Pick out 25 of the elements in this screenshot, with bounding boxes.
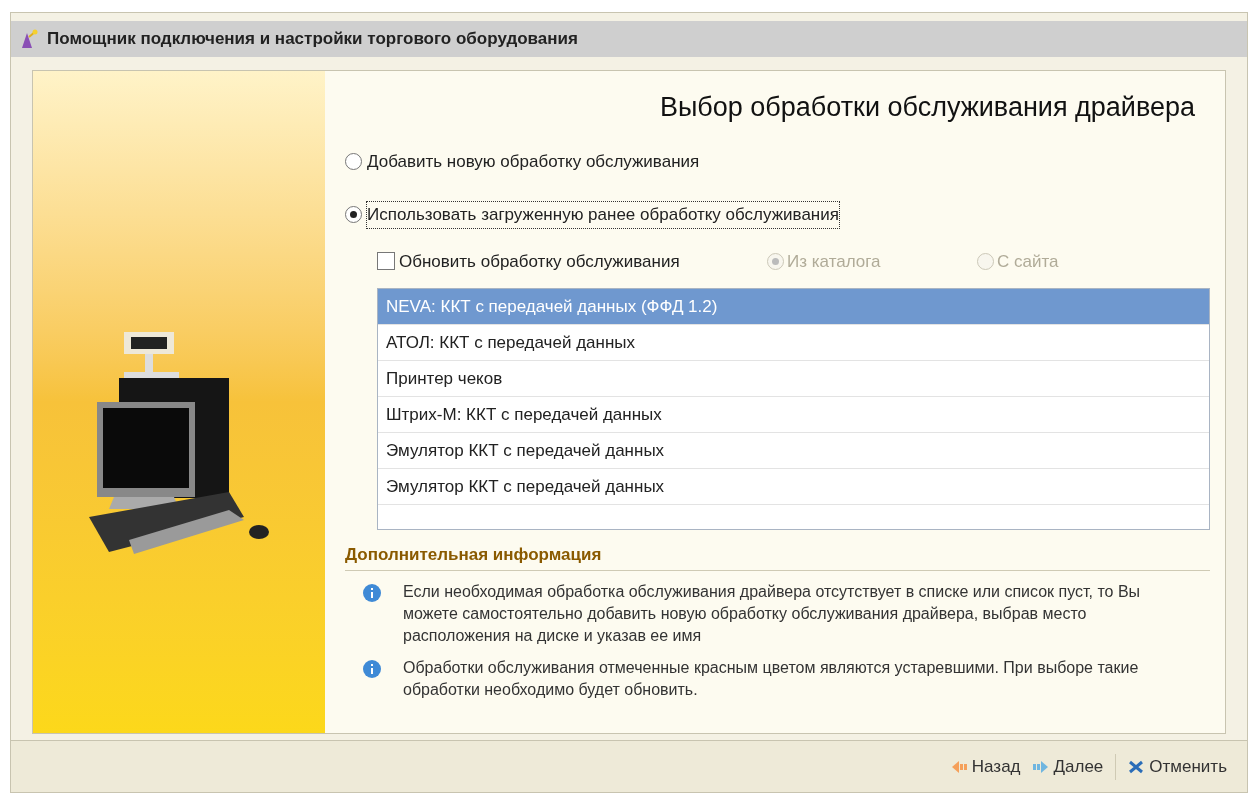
page-heading: Выбор обработки обслуживания драйвера: [659, 91, 1195, 124]
list-row[interactable]: Штрих-М: ККТ с передачей данных: [378, 397, 1209, 433]
radio-button[interactable]: [345, 206, 362, 224]
back-button[interactable]: Назад: [950, 753, 1021, 780]
cancel-button[interactable]: Отменить: [1128, 753, 1227, 780]
option-label[interactable]: Использовать загруженную ранее обработку обслуживания: [366, 201, 840, 229]
window-title: Помощник подключения и настройки торгового оборудования: [47, 28, 578, 51]
back-arrow-icon: [950, 759, 967, 774]
next-arrow-icon: [1032, 759, 1049, 774]
info-heading: Дополнительная информация: [345, 542, 1210, 571]
list-row[interactable]: Эмулятор ККТ с передачей данных: [378, 433, 1209, 469]
checkbox[interactable]: [377, 252, 395, 271]
wizard-icon: [19, 29, 39, 49]
close-icon: [1128, 759, 1145, 774]
next-button[interactable]: Далее: [1032, 753, 1104, 780]
info-icon: [363, 583, 381, 602]
option-label[interactable]: Добавить новую обработку обслуживания: [366, 147, 701, 175]
list-row[interactable]: АТОЛ: ККТ с передачей данных: [378, 325, 1209, 361]
list-row[interactable]: Эмулятор ККТ с передачей данных: [378, 469, 1209, 505]
info-icon: [363, 659, 381, 678]
info-text: Если необходимая обработка обслуживания драйвера отсутствует в списке или список пуст, то Вы можете самостоятельно добавить новую обработку обслуживания драйвера, выбрав место расположения на диске и указав ее имя: [403, 581, 1142, 646]
checkbox-label[interactable]: Обновить обработку обслуживания: [399, 248, 680, 274]
info-text: Обработки обслуживания отмеченные красным цветом являются устаревшими. При выборе такие обработки необходимо будет обновить.: [403, 657, 1140, 700]
radio-button[interactable]: [345, 152, 362, 170]
list-row[interactable]: Принтер чеков: [378, 361, 1209, 397]
